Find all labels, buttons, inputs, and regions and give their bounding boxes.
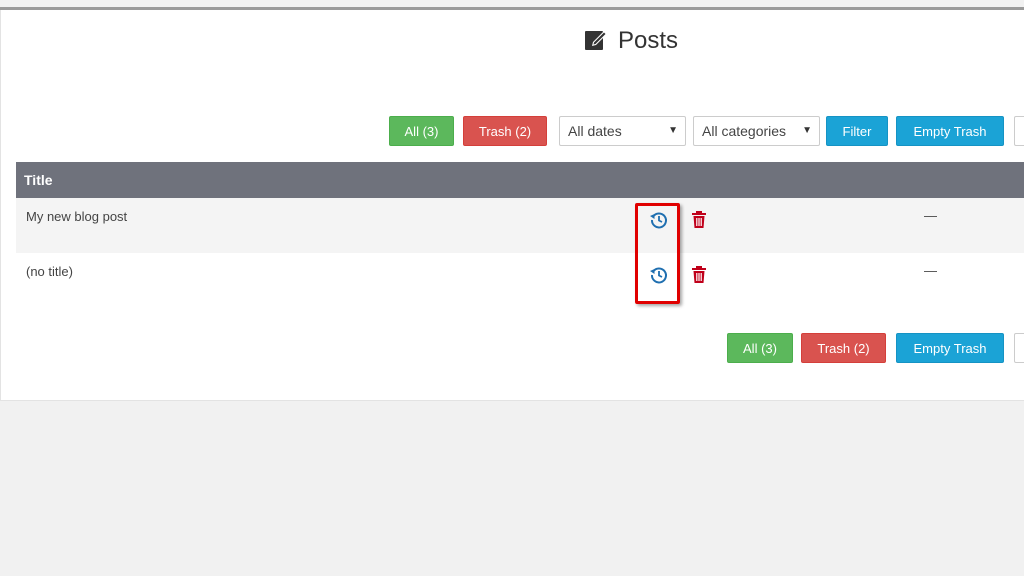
chevron-down-icon: ▼: [668, 125, 678, 136]
overflow-select[interactable]: [1014, 116, 1024, 146]
page-title: Posts: [584, 24, 678, 58]
table-row: My new blog post —: [16, 198, 1024, 253]
history-restore-icon[interactable]: [649, 265, 669, 285]
post-date: —: [924, 263, 937, 278]
edit-square-icon: [584, 27, 608, 56]
table-row: (no title) —: [16, 253, 1024, 308]
post-date: —: [924, 208, 937, 223]
categories-select[interactable]: All categories ▼: [693, 116, 820, 146]
dates-select-value: All dates: [568, 123, 622, 139]
post-title[interactable]: My new blog post: [26, 209, 127, 224]
trash-posts-button[interactable]: Trash (2): [463, 116, 547, 146]
all-posts-button[interactable]: All (3): [389, 116, 454, 146]
trash-posts-button-bottom[interactable]: Trash (2): [801, 333, 886, 363]
page-title-text: Posts: [618, 27, 679, 54]
filter-button[interactable]: Filter: [826, 116, 888, 146]
categories-select-value: All categories: [702, 123, 787, 139]
overflow-select-bottom[interactable]: [1014, 333, 1024, 363]
trash-icon[interactable]: [691, 266, 707, 284]
empty-trash-button[interactable]: Empty Trash: [896, 116, 1004, 146]
trash-icon[interactable]: [691, 211, 707, 229]
empty-trash-button-bottom[interactable]: Empty Trash: [896, 333, 1004, 363]
table-header: Title: [16, 162, 1024, 198]
dates-select[interactable]: All dates ▼: [559, 116, 686, 146]
all-posts-button-bottom[interactable]: All (3): [727, 333, 793, 363]
chevron-down-icon: ▼: [802, 125, 812, 136]
column-title: Title: [24, 172, 53, 188]
history-restore-icon[interactable]: [649, 210, 669, 230]
post-title[interactable]: (no title): [26, 264, 73, 279]
